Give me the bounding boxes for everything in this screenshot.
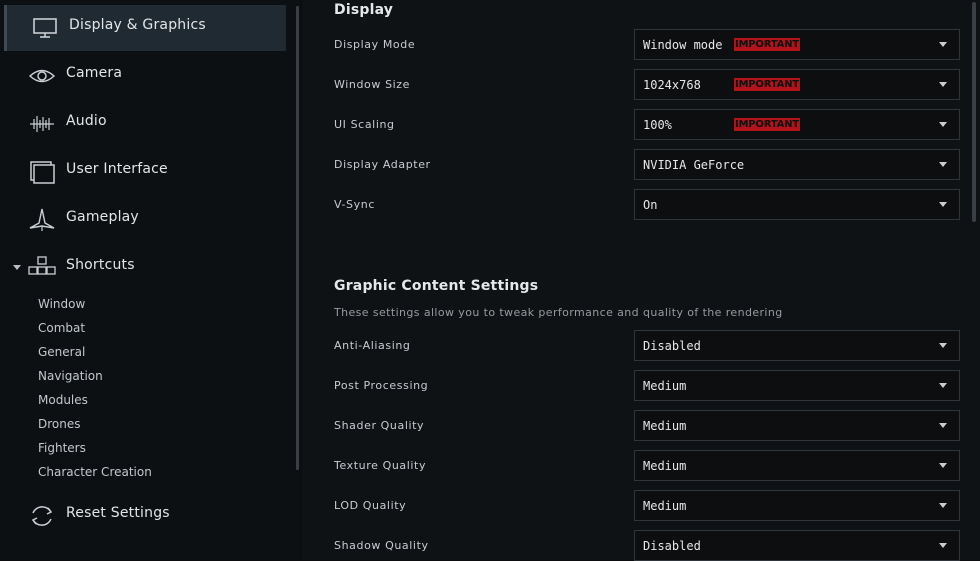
keys-icon — [28, 254, 56, 282]
select-value: Window mode — [643, 38, 723, 52]
graphics-section-title: Graphic Content Settings — [334, 278, 539, 294]
chevron-down-icon — [939, 122, 947, 127]
sidebar-item-shortcuts[interactable]: Shortcuts — [4, 245, 286, 291]
shortcut-combat[interactable]: Combat — [38, 321, 85, 335]
chevron-down-icon — [939, 503, 947, 508]
shadow-quality-label: Shadow Quality — [334, 539, 429, 552]
shortcut-navigation[interactable]: Navigation — [38, 369, 103, 383]
shader-quality-label: Shader Quality — [334, 419, 425, 432]
select-value: Disabled — [643, 539, 701, 553]
shortcut-window[interactable]: Window — [38, 297, 85, 311]
shortcut-drones[interactable]: Drones — [38, 417, 81, 431]
sidebar-item-label: Camera — [66, 65, 123, 81]
settings-sidebar: Display & Graphics Camera Audio User Int… — [0, 0, 300, 560]
select-value: Medium — [643, 499, 687, 513]
sidebar-scrollbar[interactable] — [296, 6, 299, 470]
eye-icon — [28, 62, 56, 90]
sidebar-item-label: Audio — [66, 113, 107, 129]
settings-panel: Display Display Mode Window mode IMPORTA… — [302, 0, 980, 561]
settings-scrollbar[interactable] — [972, 2, 976, 222]
reset-settings-label: Reset Settings — [66, 505, 170, 521]
vsync-select[interactable]: On — [634, 189, 960, 220]
shader-quality-select[interactable]: Medium — [634, 410, 960, 441]
window-size-label: Window Size — [334, 78, 411, 91]
window-size-select[interactable]: 1024x768 IMPORTANT — [634, 69, 960, 100]
select-value: Medium — [643, 419, 687, 433]
select-value: On — [643, 198, 658, 212]
sidebar-item-label: Gameplay — [66, 209, 139, 225]
display-adapter-label: Display Adapter — [334, 158, 431, 171]
sidebar-item-label: Shortcuts — [66, 257, 135, 273]
graphics-section-description: These settings allow you to tweak perfor… — [334, 306, 783, 319]
shortcut-general[interactable]: General — [38, 345, 85, 359]
lod-quality-label: LOD Quality — [334, 499, 407, 512]
chevron-down-icon — [939, 82, 947, 87]
select-value: Medium — [643, 459, 687, 473]
select-value: 100% — [643, 118, 672, 132]
chevron-down-icon — [939, 42, 947, 47]
chevron-down-icon — [939, 383, 947, 388]
chevron-down-icon — [939, 543, 947, 548]
important-badge: IMPORTANT — [734, 38, 800, 51]
select-value: Disabled — [643, 339, 701, 353]
display-mode-select[interactable]: Window mode IMPORTANT — [634, 29, 960, 60]
display-section-title: Display — [334, 2, 394, 18]
sidebar-item-camera[interactable]: Camera — [4, 53, 286, 99]
sidebar-item-user-interface[interactable]: User Interface — [4, 149, 286, 195]
chevron-down-icon — [939, 343, 947, 348]
select-value: 1024x768 — [643, 78, 701, 92]
ship-icon — [28, 206, 56, 234]
sidebar-item-gameplay[interactable]: Gameplay — [4, 197, 286, 243]
sidebar-item-label: Display & Graphics — [69, 17, 206, 33]
shadow-quality-select[interactable]: Disabled — [634, 530, 960, 561]
ui-scaling-label: UI Scaling — [334, 118, 395, 131]
sidebar-item-display-graphics[interactable]: Display & Graphics — [4, 5, 286, 51]
select-value: NVIDIA GeForce — [643, 158, 745, 172]
chevron-down-icon — [939, 162, 947, 167]
important-badge: IMPORTANT — [734, 78, 800, 91]
windows-icon — [28, 158, 56, 186]
monitor-icon — [31, 14, 59, 42]
reset-settings-button[interactable]: Reset Settings — [4, 493, 286, 539]
anti-aliasing-select[interactable]: Disabled — [634, 330, 960, 361]
lod-quality-select[interactable]: Medium — [634, 490, 960, 521]
shortcut-modules[interactable]: Modules — [38, 393, 88, 407]
sidebar-item-label: User Interface — [66, 161, 168, 177]
ui-scaling-select[interactable]: 100% IMPORTANT — [634, 109, 960, 140]
chevron-down-icon — [939, 463, 947, 468]
sidebar-item-audio[interactable]: Audio — [4, 101, 286, 147]
shortcut-fighters[interactable]: Fighters — [38, 441, 86, 455]
select-value: Medium — [643, 379, 687, 393]
waveform-icon — [28, 110, 56, 138]
chevron-down-icon — [939, 202, 947, 207]
display-mode-label: Display Mode — [334, 38, 416, 51]
chevron-down-icon — [939, 423, 947, 428]
post-processing-label: Post Processing — [334, 379, 429, 392]
vsync-label: V-Sync — [334, 198, 375, 211]
refresh-icon — [28, 502, 56, 530]
display-adapter-select[interactable]: NVIDIA GeForce — [634, 149, 960, 180]
texture-quality-label: Texture Quality — [334, 459, 427, 472]
shortcut-character-creation[interactable]: Character Creation — [38, 465, 152, 479]
post-processing-select[interactable]: Medium — [634, 370, 960, 401]
important-badge: IMPORTANT — [734, 118, 800, 131]
anti-aliasing-label: Anti-Aliasing — [334, 339, 411, 352]
texture-quality-select[interactable]: Medium — [634, 450, 960, 481]
